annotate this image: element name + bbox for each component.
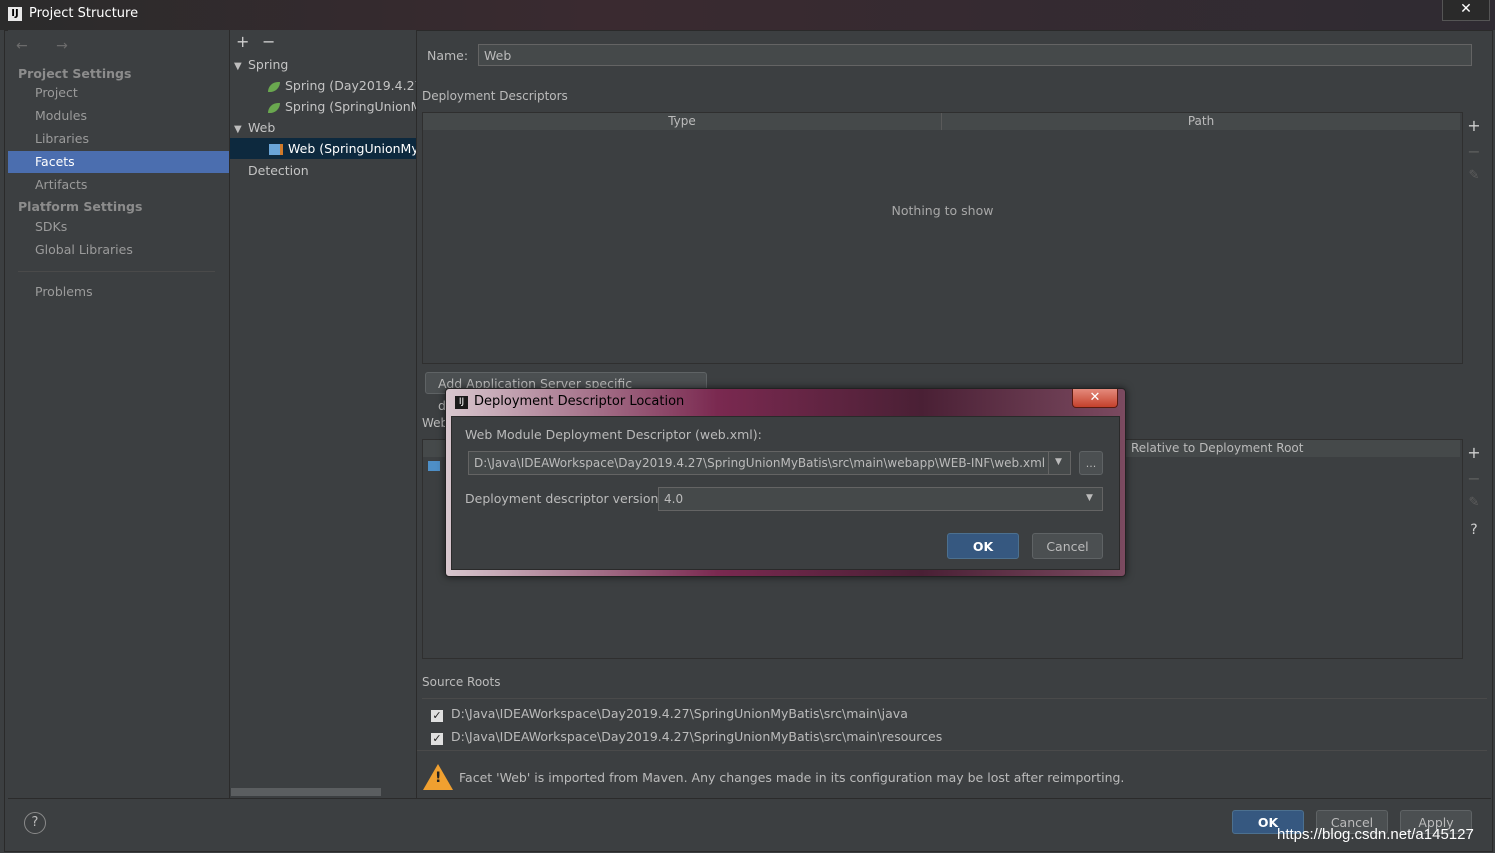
column-header-path[interactable]: Path: [942, 113, 1460, 130]
tree-item-label: Spring (Day2019.4.27): [285, 78, 417, 93]
edit-pencil-icon[interactable]: ✎: [1466, 495, 1482, 510]
deployment-descriptors-table: Type Path Nothing to show: [422, 112, 1463, 364]
checkbox-checked-icon[interactable]: ✓: [431, 710, 443, 722]
source-root-row[interactable]: ✓ D:\Java\IDEAWorkspace\Day2019.4.27\Spri…: [431, 729, 942, 745]
dialog-title: Deployment Descriptor Location: [474, 394, 685, 409]
sidebar-item-libraries[interactable]: Libraries: [8, 128, 229, 150]
expand-triangle-icon[interactable]: ▼: [234, 56, 248, 77]
back-forward-arrows-icon[interactable]: ← →: [16, 38, 80, 54]
chevron-down-icon[interactable]: ▼: [1086, 493, 1093, 503]
window-close-button[interactable]: ✕: [1442, 0, 1490, 21]
web-folder-icon: [428, 461, 440, 471]
facet-name-input[interactable]: Web: [478, 44, 1472, 66]
remove-web-root-button[interactable]: −: [1466, 469, 1482, 488]
tree-item-spring-2[interactable]: Spring (SpringUnionM: [268, 96, 416, 117]
tree-item-spring-1[interactable]: Spring (Day2019.4.27): [268, 75, 416, 96]
tree-group-label: Spring: [248, 57, 289, 72]
checkbox-checked-icon[interactable]: ✓: [431, 733, 443, 745]
descriptor-path-combo[interactable]: D:\Java\IDEAWorkspace\Day2019.4.27\Sprin…: [468, 451, 1071, 475]
chevron-down-icon[interactable]: ▼: [1055, 457, 1062, 467]
csdn-watermark: https://blog.csdn.net/a145127: [1277, 826, 1474, 843]
sidebar-item-facets[interactable]: Facets: [8, 151, 229, 173]
sidebar-item-sdks[interactable]: SDKs: [8, 216, 229, 238]
name-label: Name:: [427, 48, 469, 63]
add-web-root-button[interactable]: +: [1466, 443, 1482, 462]
column-header-type[interactable]: Type: [423, 113, 942, 130]
source-root-path: D:\Java\IDEAWorkspace\Day2019.4.27\Sprin…: [451, 729, 943, 744]
warning-icon: !: [423, 764, 453, 790]
sidebar-item-global-libraries[interactable]: Global Libraries: [8, 239, 229, 261]
sidebar-divider: [18, 271, 215, 272]
combo-divider: [1048, 452, 1049, 474]
platform-settings-heading: Platform Settings: [18, 199, 143, 214]
edit-pencil-icon[interactable]: ✎: [1466, 168, 1482, 183]
tree-item-label: Web (SpringUnionMyB: [288, 141, 417, 156]
deployment-descriptors-heading: Deployment Descriptors: [422, 89, 568, 103]
dialog-body: Web Module Deployment Descriptor (web.xm…: [451, 416, 1120, 570]
tree-item-detection[interactable]: Detection: [248, 160, 309, 181]
source-root-row[interactable]: ✓ D:\Java\IDEAWorkspace\Day2019.4.27\Spri…: [431, 706, 908, 722]
warning-divider: [417, 750, 1487, 751]
window-title: Project Structure: [29, 6, 139, 21]
spring-leaf-icon: [268, 102, 280, 113]
tree-item-label: Spring (SpringUnionM: [285, 99, 417, 114]
tree-item-web[interactable]: Web (SpringUnionMyB: [230, 138, 416, 159]
help-button[interactable]: ?: [24, 812, 46, 834]
spring-leaf-icon: [268, 81, 280, 92]
add-descriptor-button[interactable]: +: [1466, 116, 1482, 135]
browse-button[interactable]: ...: [1079, 451, 1103, 475]
dialog-close-button[interactable]: ✕: [1072, 389, 1118, 408]
add-facet-button[interactable]: +: [236, 32, 249, 51]
source-roots-divider: [422, 698, 1487, 699]
dialog-cancel-button[interactable]: Cancel: [1032, 533, 1103, 559]
tree-group-label: Web: [248, 120, 276, 135]
empty-table-text: Nothing to show: [891, 203, 994, 218]
source-root-path: D:\Java\IDEAWorkspace\Day2019.4.27\Sprin…: [451, 706, 908, 721]
sidebar-item-project[interactable]: Project: [8, 82, 229, 104]
sidebar-item-problems[interactable]: Problems: [8, 281, 229, 303]
intellij-app-icon: IJ: [455, 396, 468, 409]
project-settings-heading: Project Settings: [18, 66, 132, 81]
help-question-icon[interactable]: ?: [1466, 522, 1482, 538]
settings-sidebar: ← → Project Settings Project Modules Lib…: [8, 30, 230, 798]
expand-triangle-icon[interactable]: ▼: [234, 119, 248, 140]
deployment-descriptor-dialog: IJ Deployment Descriptor Location ✕ Web …: [445, 388, 1126, 577]
intellij-app-icon: IJ: [8, 7, 22, 21]
sidebar-item-modules[interactable]: Modules: [8, 105, 229, 127]
version-value: 4.0: [664, 492, 684, 506]
horizontal-scrollbar[interactable]: [231, 788, 381, 796]
dialog-ok-button[interactable]: OK: [947, 533, 1019, 559]
descriptor-path-label: Web Module Deployment Descriptor (web.xm…: [465, 427, 762, 442]
maven-warning-text: Facet 'Web' is imported from Maven. Any …: [459, 770, 1125, 785]
remove-facet-button[interactable]: −: [262, 32, 275, 51]
tree-group-web[interactable]: ▼ Web: [230, 117, 416, 138]
version-label: Deployment descriptor version: [465, 491, 659, 506]
tree-group-spring[interactable]: ▼ Spring: [230, 54, 416, 75]
source-roots-heading: Source Roots: [422, 675, 501, 689]
footer-divider: [8, 798, 1491, 799]
version-select[interactable]: 4.0: [658, 487, 1103, 511]
descriptor-path-value: D:\Java\IDEAWorkspace\Day2019.4.27\Sprin…: [474, 456, 1046, 470]
sidebar-item-artifacts[interactable]: Artifacts: [8, 174, 229, 196]
facet-tree-panel: + − ▼ Spring Spring (Day2019.4.27) Spring…: [230, 30, 417, 798]
window-titlebar: IJ Project Structure ✕: [0, 0, 1495, 30]
column-header-relative[interactable]: Relative to Deployment Root: [1131, 440, 1303, 457]
web-module-icon: [269, 144, 283, 155]
remove-descriptor-button[interactable]: −: [1466, 142, 1482, 161]
